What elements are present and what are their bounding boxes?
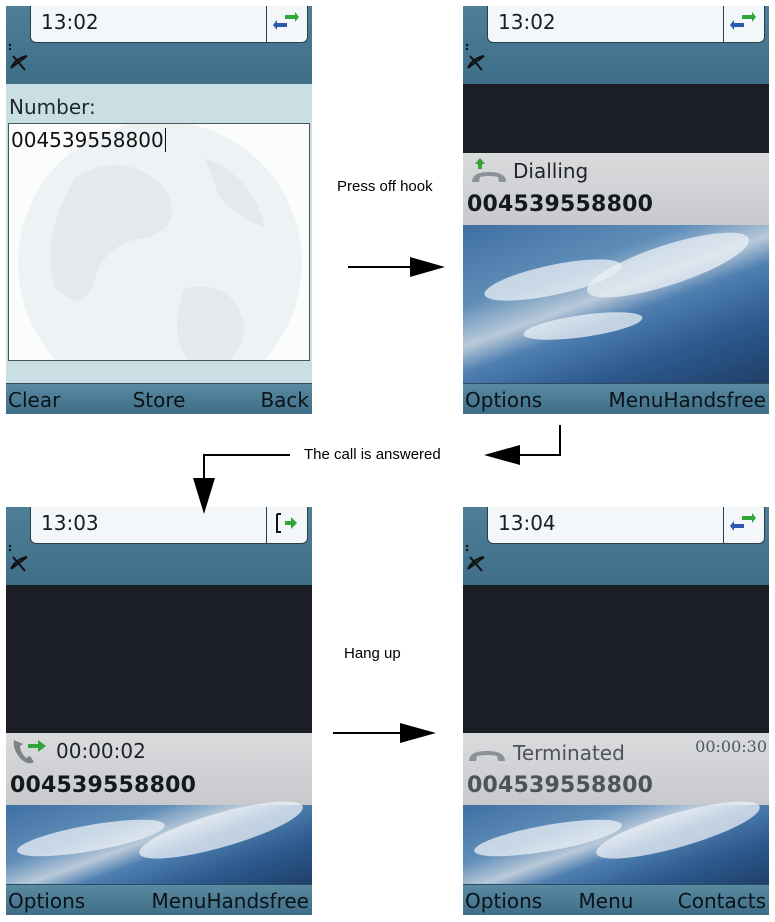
label-press-off-hook: Press off hook bbox=[337, 178, 433, 195]
arrow-call-answered bbox=[193, 425, 561, 514]
label-hang-up: Hang up bbox=[344, 645, 401, 662]
label-call-answered: The call is answered bbox=[304, 446, 441, 463]
arrow-press-off-hook bbox=[348, 257, 445, 277]
arrow-hang-up bbox=[333, 723, 436, 743]
